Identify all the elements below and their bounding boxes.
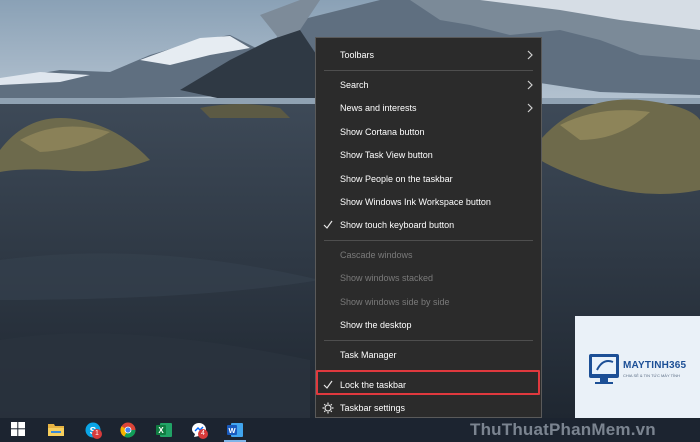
menu-item-label: Show People on the taskbar <box>340 174 453 184</box>
lock-taskbar-highlight-box <box>316 370 540 395</box>
file-explorer-icon <box>48 424 64 436</box>
skype-button[interactable]: S 1 <box>78 418 108 442</box>
menu-item-label: Show touch keyboard button <box>340 220 455 230</box>
menu-item-label: Show Windows Ink Workspace button <box>340 197 491 207</box>
word-button[interactable]: W <box>220 418 250 442</box>
menu-item-label: Taskbar settings <box>340 403 406 413</box>
messenger-notification-badge: 4 <box>198 429 208 439</box>
chevron-right-icon <box>527 50 533 60</box>
watermark-site-text: ThuThuatPhanMem.vn <box>470 420 656 439</box>
menu-item-search[interactable]: Search <box>316 74 541 96</box>
menu-separator <box>324 340 533 341</box>
menu-item-label: Show Task View button <box>340 150 433 160</box>
watermark-tagline: CHIA SẺ & TIN TỨC MÁY TÍNH <box>623 373 680 378</box>
menu-item-show-windows-ink-workspace[interactable]: Show Windows Ink Workspace button <box>316 191 541 213</box>
menu-item-show-task-view-button[interactable]: Show Task View button <box>316 144 541 166</box>
menu-item-show-the-desktop[interactable]: Show the desktop <box>316 314 541 336</box>
svg-text:X: X <box>158 426 164 435</box>
menu-item-cascade-windows: Cascade windows <box>316 244 541 266</box>
menu-item-label: Show the desktop <box>340 320 412 330</box>
svg-text:W: W <box>228 426 236 435</box>
skype-notification-badge: 1 <box>92 429 102 439</box>
menu-item-label: Toolbars <box>340 50 375 60</box>
menu-item-show-cortana-button[interactable]: Show Cortana button <box>316 121 541 143</box>
chrome-icon <box>120 422 136 438</box>
menu-item-label: Show Cortana button <box>340 127 425 137</box>
menu-item-label: News and interests <box>340 103 417 113</box>
excel-button[interactable]: X <box>149 418 179 442</box>
windows-start-icon <box>11 422 25 436</box>
menu-item-show-windows-stacked: Show windows stacked <box>316 267 541 289</box>
menu-item-news-and-interests[interactable]: News and interests <box>316 97 541 119</box>
menu-item-taskbar-settings[interactable]: Taskbar settings <box>316 397 541 419</box>
chevron-right-icon <box>527 103 533 113</box>
menu-separator <box>324 70 533 71</box>
chrome-button[interactable] <box>113 418 143 442</box>
menu-item-label: Search <box>340 80 369 90</box>
menu-item-show-people[interactable]: Show People on the taskbar <box>316 168 541 190</box>
file-explorer-button[interactable] <box>41 418 71 442</box>
messenger-button[interactable]: 4 <box>184 418 214 442</box>
gear-icon <box>322 402 334 414</box>
word-icon: W <box>227 423 243 437</box>
menu-separator <box>324 240 533 241</box>
menu-item-label: Task Manager <box>340 350 397 360</box>
menu-item-show-windows-side-by-side: Show windows side by side <box>316 291 541 313</box>
menu-item-show-touch-keyboard[interactable]: Show touch keyboard button <box>316 214 541 236</box>
menu-item-label: Show windows side by side <box>340 297 450 307</box>
menu-item-label: Cascade windows <box>340 250 413 260</box>
excel-icon: X <box>156 423 172 437</box>
windows-start-button[interactable] <box>4 418 34 442</box>
menu-item-task-manager[interactable]: Task Manager <box>316 344 541 366</box>
checkmark-icon <box>323 220 333 229</box>
menu-item-toolbars[interactable]: Toolbars <box>316 44 541 66</box>
maytinh365-logo: MAYTINH365 CHIA SẺ & TIN TỨC MÁY TÍNH <box>575 316 700 418</box>
chevron-right-icon <box>527 80 533 90</box>
menu-item-label: Show windows stacked <box>340 273 434 283</box>
taskbar-context-menu: Toolbars Search News and interests Show … <box>315 37 542 418</box>
watermark-brand: MAYTINH365 <box>623 360 687 371</box>
